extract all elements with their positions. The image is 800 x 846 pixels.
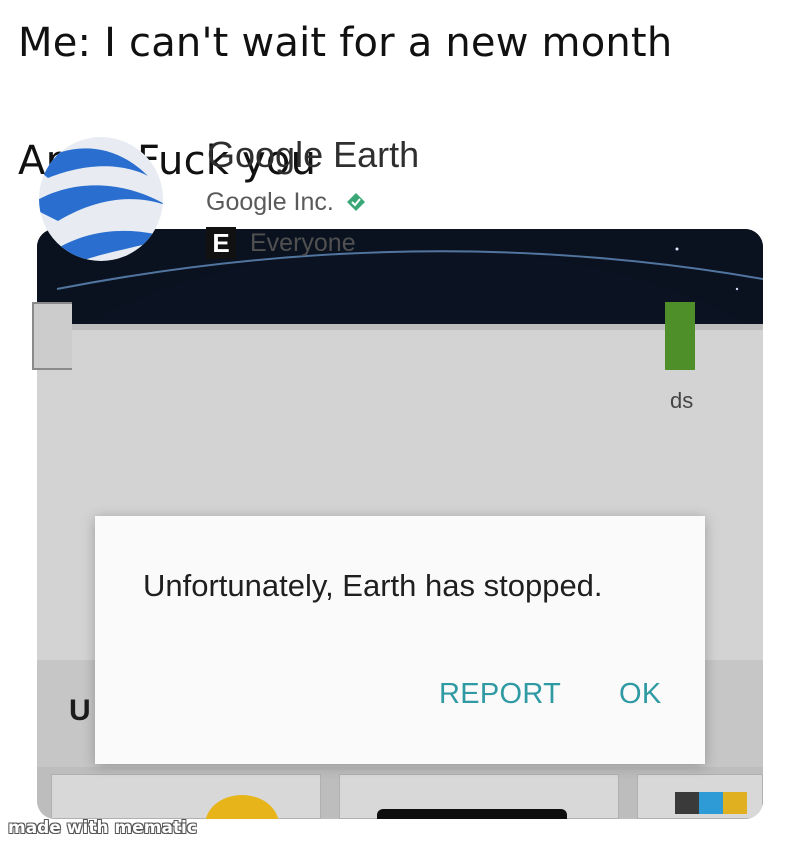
ok-button[interactable]: OK <box>619 678 662 711</box>
meme-caption-line-1: Me: I can't wait for a new month <box>18 20 673 66</box>
developer-name[interactable]: Google Inc. <box>206 188 334 217</box>
dialog-message: Unfortunately, Earth has stopped. <box>143 568 603 603</box>
google-earth-logo-icon <box>39 137 163 261</box>
esrb-everyone-icon: E <box>206 227 236 259</box>
uninstall-button[interactable] <box>32 302 72 370</box>
thumbnail-color-squares-icon <box>675 792 747 814</box>
content-rating-label: Everyone <box>250 228 356 257</box>
content-rating-row: E Everyone <box>206 226 356 260</box>
report-button[interactable]: REPORT <box>439 678 561 711</box>
error-dialog: Unfortunately, Earth has stopped. REPORT… <box>95 516 705 764</box>
verified-developer-icon <box>346 193 365 211</box>
app-thumbnail[interactable] <box>51 774 321 819</box>
app-title: Google Earth <box>207 134 420 175</box>
downloads-label-fragment: ds <box>670 388 694 413</box>
thumbnail-dark-icon <box>377 809 567 819</box>
developer-row: Google Inc. <box>206 186 366 218</box>
open-button[interactable] <box>665 302 695 370</box>
mematic-watermark: made with mematic <box>8 818 197 838</box>
section-heading-fragment: U <box>69 694 91 727</box>
